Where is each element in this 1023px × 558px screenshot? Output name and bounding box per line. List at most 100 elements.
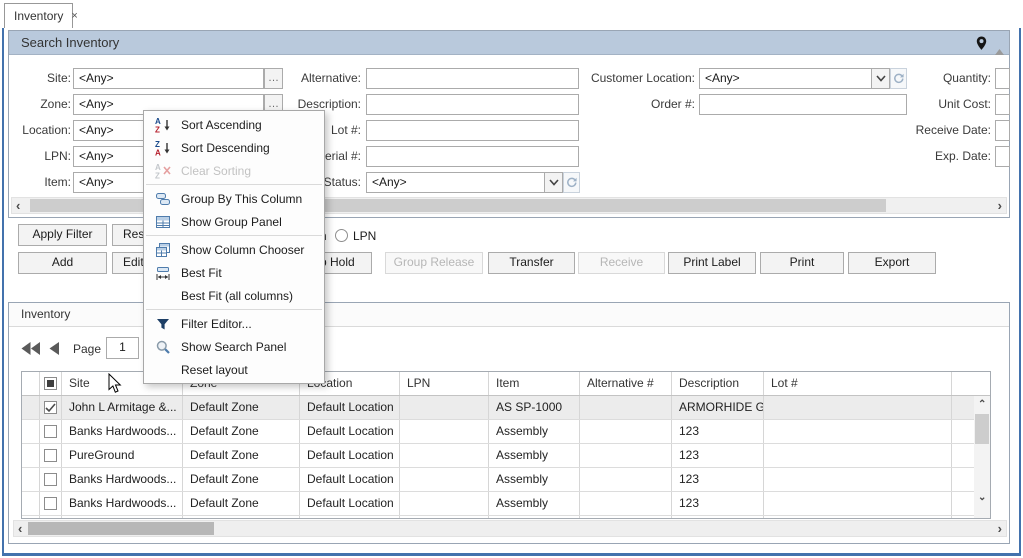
cell-filler xyxy=(952,444,974,467)
alternative-input[interactable] xyxy=(366,68,579,89)
row-checkbox[interactable] xyxy=(40,420,62,443)
cell-location: Default Location xyxy=(300,468,400,491)
menu-item-best-fit-all-columns[interactable]: Best Fit (all columns) xyxy=(144,284,324,307)
scroll-up-icon[interactable]: ⌃ xyxy=(978,397,986,412)
menu-item-show-column-chooser[interactable]: Show Column Chooser xyxy=(144,238,324,261)
unit-cost-input[interactable] xyxy=(995,94,1010,115)
frame-border-left xyxy=(2,28,4,555)
customer-location-dropdown-button[interactable] xyxy=(871,68,890,89)
scroll-left-icon[interactable]: ‹ xyxy=(16,198,20,213)
first-page-button[interactable] xyxy=(21,341,41,356)
filter-funnel-icon xyxy=(152,316,174,332)
row-indicator xyxy=(22,468,40,491)
cell-lpn xyxy=(400,396,489,419)
cell-location: Default Location xyxy=(300,420,400,443)
cell-item: Assembly xyxy=(489,444,580,467)
menu-item-show-search-panel[interactable]: Show Search Panel xyxy=(144,335,324,358)
cell-lot xyxy=(764,492,952,515)
table-row[interactable]: CSC-1 Default Zone Default Location Asse… xyxy=(22,516,990,518)
print-button[interactable]: Print xyxy=(760,252,844,274)
grid-hscroll-thumb[interactable] xyxy=(28,522,214,535)
refresh-icon xyxy=(567,177,577,188)
collapse-panel-icon[interactable] xyxy=(995,39,1004,62)
receive-date-input[interactable] xyxy=(995,120,1010,141)
order-number-input[interactable] xyxy=(699,94,907,115)
cell-description: 123 xyxy=(672,492,764,515)
cell-zone: Default Zone xyxy=(183,516,300,518)
frame-border-right xyxy=(1019,28,1021,555)
row-checkbox[interactable] xyxy=(40,444,62,467)
status-dropdown-button[interactable] xyxy=(544,172,563,193)
quantity-input[interactable] xyxy=(995,68,1010,89)
column-header-alternative[interactable]: Alternative # xyxy=(580,372,672,395)
tab-close-icon[interactable]: × xyxy=(71,10,77,22)
cell-zone: Default Zone xyxy=(183,468,300,491)
apply-filter-button[interactable]: Apply Filter xyxy=(18,224,107,246)
scroll-right-icon[interactable]: › xyxy=(998,198,1002,213)
receive-button[interactable]: Receive xyxy=(578,252,665,274)
exp-date-input[interactable] xyxy=(995,146,1010,167)
table-row[interactable]: Banks Hardwoods... Default Zone Default … xyxy=(22,492,990,516)
menu-item-clear-sorting[interactable]: AZ Clear Sorting xyxy=(144,159,324,182)
cell-zone: Default Zone xyxy=(183,396,300,419)
status-refresh-button[interactable] xyxy=(563,172,580,193)
cell-lpn xyxy=(400,492,489,515)
page-number-input[interactable]: 1 xyxy=(106,337,139,359)
column-header-lpn[interactable]: LPN xyxy=(400,372,489,395)
menu-item-best-fit[interactable]: Best Fit xyxy=(144,261,324,284)
menu-item-sort-descending[interactable]: ZA Sort Descending xyxy=(144,136,324,159)
site-input[interactable]: <Any> xyxy=(73,68,264,89)
column-header-item[interactable]: Item xyxy=(489,372,580,395)
table-row[interactable]: John L Armitage &... Default Zone Defaul… xyxy=(22,396,990,420)
menu-separator xyxy=(146,309,322,310)
magnifier-icon xyxy=(152,339,174,355)
menu-item-reset-layout[interactable]: Reset layout xyxy=(144,358,324,381)
grid-vscroll-thumb[interactable] xyxy=(975,414,989,444)
cell-filler xyxy=(952,468,974,491)
row-checkbox[interactable] xyxy=(40,468,62,491)
row-checkbox[interactable] xyxy=(40,516,62,518)
previous-page-button[interactable] xyxy=(49,341,60,356)
column-header-filler xyxy=(952,372,974,395)
chevron-down-icon xyxy=(875,75,886,82)
column-context-menu: AZ Sort Ascending ZA Sort Descending AZ … xyxy=(143,110,325,384)
menu-item-show-group-panel[interactable]: Show Group Panel xyxy=(144,210,324,233)
description-input[interactable] xyxy=(366,94,579,115)
print-label-button[interactable]: Print Label xyxy=(668,252,756,274)
menu-separator xyxy=(146,184,322,185)
row-checkbox[interactable] xyxy=(40,492,62,515)
table-row[interactable]: Banks Hardwoods... Default Zone Default … xyxy=(22,420,990,444)
scroll-right-icon[interactable]: › xyxy=(998,521,1002,536)
column-header-description[interactable]: Description xyxy=(672,372,764,395)
lpn-radio[interactable] xyxy=(335,229,348,242)
row-checkbox[interactable] xyxy=(40,396,62,419)
cell-lpn xyxy=(400,420,489,443)
row-indicator xyxy=(22,396,40,419)
add-button[interactable]: Add xyxy=(18,252,107,274)
menu-item-sort-ascending[interactable]: AZ Sort Ascending xyxy=(144,113,324,136)
grid-vscrollbar[interactable]: ⌃ ⌄ xyxy=(974,396,990,518)
menu-item-group-by-this-column[interactable]: Group By This Column xyxy=(144,187,324,210)
select-all-checkbox[interactable] xyxy=(40,372,62,395)
menu-item-filter-editor[interactable]: Filter Editor... xyxy=(144,312,324,335)
scroll-left-icon[interactable]: ‹ xyxy=(18,521,22,536)
cell-zone: Default Zone xyxy=(183,444,300,467)
cell-alternative xyxy=(580,516,672,518)
group-release-button[interactable]: Group Release xyxy=(385,252,483,274)
lot-number-input[interactable] xyxy=(366,120,579,141)
pin-icon[interactable] xyxy=(976,35,987,58)
chevron-down-icon xyxy=(548,179,559,186)
tab-inventory[interactable]: Inventory × xyxy=(4,3,78,28)
lpn-label: LPN: xyxy=(44,149,71,163)
svg-text:Z: Z xyxy=(155,171,160,179)
scroll-down-icon[interactable]: ⌄ xyxy=(978,490,986,505)
serial-number-input[interactable] xyxy=(366,146,579,167)
grid-hscrollbar[interactable]: ‹ › xyxy=(13,520,1007,537)
menu-separator xyxy=(146,235,322,236)
table-row[interactable]: Banks Hardwoods... Default Zone Default … xyxy=(22,468,990,492)
column-header-lot[interactable]: Lot # xyxy=(764,372,952,395)
no-icon xyxy=(152,288,174,304)
transfer-button[interactable]: Transfer xyxy=(488,252,575,274)
table-row[interactable]: PureGround Default Zone Default Location… xyxy=(22,444,990,468)
export-button[interactable]: Export xyxy=(848,252,936,274)
